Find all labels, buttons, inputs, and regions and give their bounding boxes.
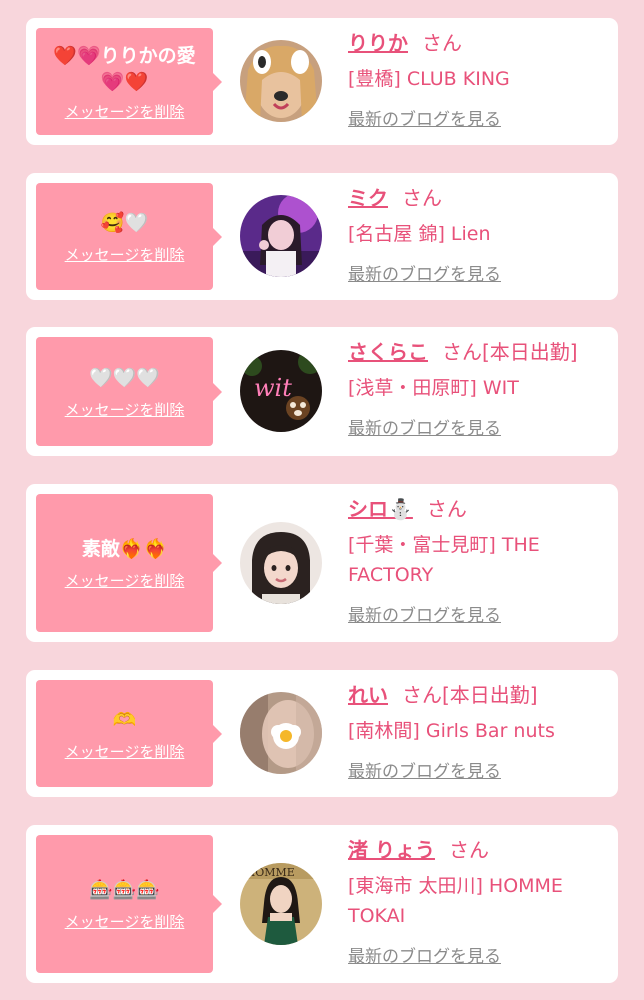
user-name-link[interactable]: ミク bbox=[348, 186, 388, 210]
message-bubble: 素敵❤️‍🔥❤️‍🔥 メッセージを削除 bbox=[36, 494, 222, 632]
user-info: れい さん[本日出勤] [南林間] Girls Bar nuts 最新のブログを見… bbox=[348, 680, 608, 784]
message-text: 🎰🎰🎰 bbox=[89, 879, 160, 901]
avatar[interactable] bbox=[240, 692, 322, 774]
shop-name: [浅草・田原町] WIT bbox=[348, 377, 519, 399]
svg-text:wit: wit bbox=[254, 374, 292, 402]
shop-name: [千葉・富士見町] THE FACTORY bbox=[348, 534, 540, 586]
user-name-link[interactable]: 渚 りょう bbox=[348, 838, 435, 862]
message-bubble: 🫶 メッセージを削除 bbox=[36, 680, 222, 787]
avatar-photo-blurred-flower-icon bbox=[240, 692, 322, 774]
name-row: りりか さん bbox=[348, 28, 608, 58]
honorific: さん bbox=[426, 497, 467, 521]
name-row: シロ⛄ さん bbox=[348, 494, 608, 524]
message-card: 素敵❤️‍🔥❤️‍🔥 メッセージを削除 シロ⛄ さん [千葉・富士見町] THE … bbox=[26, 484, 618, 642]
avatar-photo-dog-filter-icon bbox=[240, 40, 322, 122]
message-bubble: 🎰🎰🎰 メッセージを削除 bbox=[36, 835, 222, 973]
honorific: さん bbox=[422, 31, 462, 55]
avatar[interactable]: wit bbox=[240, 350, 322, 432]
latest-blog-link[interactable]: 最新のブログを見る bbox=[348, 945, 608, 969]
avatar-photo-purple-light-icon bbox=[240, 195, 322, 277]
name-row: さくらこ さん[本日出勤] bbox=[348, 337, 608, 367]
latest-blog-link[interactable]: 最新のブログを見る bbox=[348, 108, 608, 132]
honorific: さん bbox=[442, 340, 482, 364]
svg-text:MOMME: MOMME bbox=[244, 866, 295, 879]
honorific: さん bbox=[402, 186, 442, 210]
user-info: さくらこ さん[本日出勤] [浅草・田原町] WIT 最新のブログを見る bbox=[348, 337, 608, 441]
message-card: 🎰🎰🎰 メッセージを削除 MOMME 渚 りょう さん [東海市 太田川] HOM… bbox=[26, 825, 618, 983]
avatar[interactable] bbox=[240, 195, 322, 277]
delete-message-link[interactable]: メッセージを削除 bbox=[65, 401, 185, 419]
delete-message-link[interactable]: メッセージを削除 bbox=[65, 572, 185, 590]
avatar-photo-green-dress-icon: MOMME bbox=[240, 863, 322, 945]
user-info: シロ⛄ さん [千葉・富士見町] THE FACTORY 最新のブログを見る bbox=[348, 494, 608, 628]
avatar[interactable] bbox=[240, 522, 322, 604]
user-name-link[interactable]: れい bbox=[348, 683, 388, 707]
message-list: ❤️💗りりかの愛💗❤️ メッセージを削除 りりか さん [豊橋] CLUB KIN… bbox=[0, 0, 644, 1000]
user-name-link[interactable]: シロ⛄ bbox=[348, 497, 413, 521]
latest-blog-link[interactable]: 最新のブログを見る bbox=[348, 263, 608, 287]
delete-message-link[interactable]: メッセージを削除 bbox=[65, 103, 185, 121]
message-card: 🫶 メッセージを削除 れい さん[本日出勤] [南林間] Girls Bar nu… bbox=[26, 670, 618, 797]
avatar-photo-portrait-icon bbox=[240, 522, 322, 604]
user-info: りりか さん [豊橋] CLUB KING 最新のブログを見る bbox=[348, 28, 608, 132]
name-row: れい さん[本日出勤] bbox=[348, 680, 608, 710]
message-text: 🫶 bbox=[112, 708, 137, 731]
latest-blog-link[interactable]: 最新のブログを見る bbox=[348, 417, 608, 441]
name-row: ミク さん bbox=[348, 183, 608, 213]
status-badge: [本日出勤] bbox=[482, 340, 578, 364]
delete-message-link[interactable]: メッセージを削除 bbox=[65, 743, 185, 761]
name-row: 渚 りょう さん bbox=[348, 835, 608, 865]
shop-name: [東海市 太田川] HOMME TOKAI bbox=[348, 875, 563, 927]
avatar-photo-neon-sign-icon: wit bbox=[240, 350, 322, 432]
avatar[interactable] bbox=[240, 40, 322, 122]
message-text: 🤍🤍🤍 bbox=[89, 366, 160, 389]
shop-name: [豊橋] CLUB KING bbox=[348, 68, 510, 90]
shop-name: [南林間] Girls Bar nuts bbox=[348, 720, 555, 742]
user-name-link[interactable]: さくらこ bbox=[348, 340, 428, 364]
status-badge: [本日出勤] bbox=[442, 683, 538, 707]
message-bubble: 🤍🤍🤍 メッセージを削除 bbox=[36, 337, 222, 446]
message-text: ❤️💗りりかの愛💗❤️ bbox=[53, 44, 196, 93]
message-card: 🥰🤍 メッセージを削除 ミク さん [名古屋 錦] Lien 最新のブログを見る bbox=[26, 173, 618, 300]
honorific: さん bbox=[402, 683, 442, 707]
message-text: 🥰🤍 bbox=[100, 211, 149, 234]
message-card: 🤍🤍🤍 メッセージを削除 wit さくらこ さん[本日出勤] [浅草・田原町] W… bbox=[26, 327, 618, 456]
delete-message-link[interactable]: メッセージを削除 bbox=[65, 246, 185, 264]
shop-name: [名古屋 錦] Lien bbox=[348, 223, 491, 245]
user-info: 渚 りょう さん [東海市 太田川] HOMME TOKAI 最新のブログを見る bbox=[348, 835, 608, 969]
latest-blog-link[interactable]: 最新のブログを見る bbox=[348, 604, 608, 628]
message-text: 素敵❤️‍🔥❤️‍🔥 bbox=[81, 538, 168, 560]
user-name-link[interactable]: りりか bbox=[348, 31, 408, 55]
user-info: ミク さん [名古屋 錦] Lien 最新のブログを見る bbox=[348, 183, 608, 287]
delete-message-link[interactable]: メッセージを削除 bbox=[65, 913, 185, 931]
message-bubble: ❤️💗りりかの愛💗❤️ メッセージを削除 bbox=[36, 28, 222, 135]
honorific: さん bbox=[448, 838, 489, 862]
message-bubble: 🥰🤍 メッセージを削除 bbox=[36, 183, 222, 290]
avatar[interactable]: MOMME bbox=[240, 863, 322, 945]
latest-blog-link[interactable]: 最新のブログを見る bbox=[348, 760, 608, 784]
message-card: ❤️💗りりかの愛💗❤️ メッセージを削除 りりか さん [豊橋] CLUB KIN… bbox=[26, 18, 618, 145]
